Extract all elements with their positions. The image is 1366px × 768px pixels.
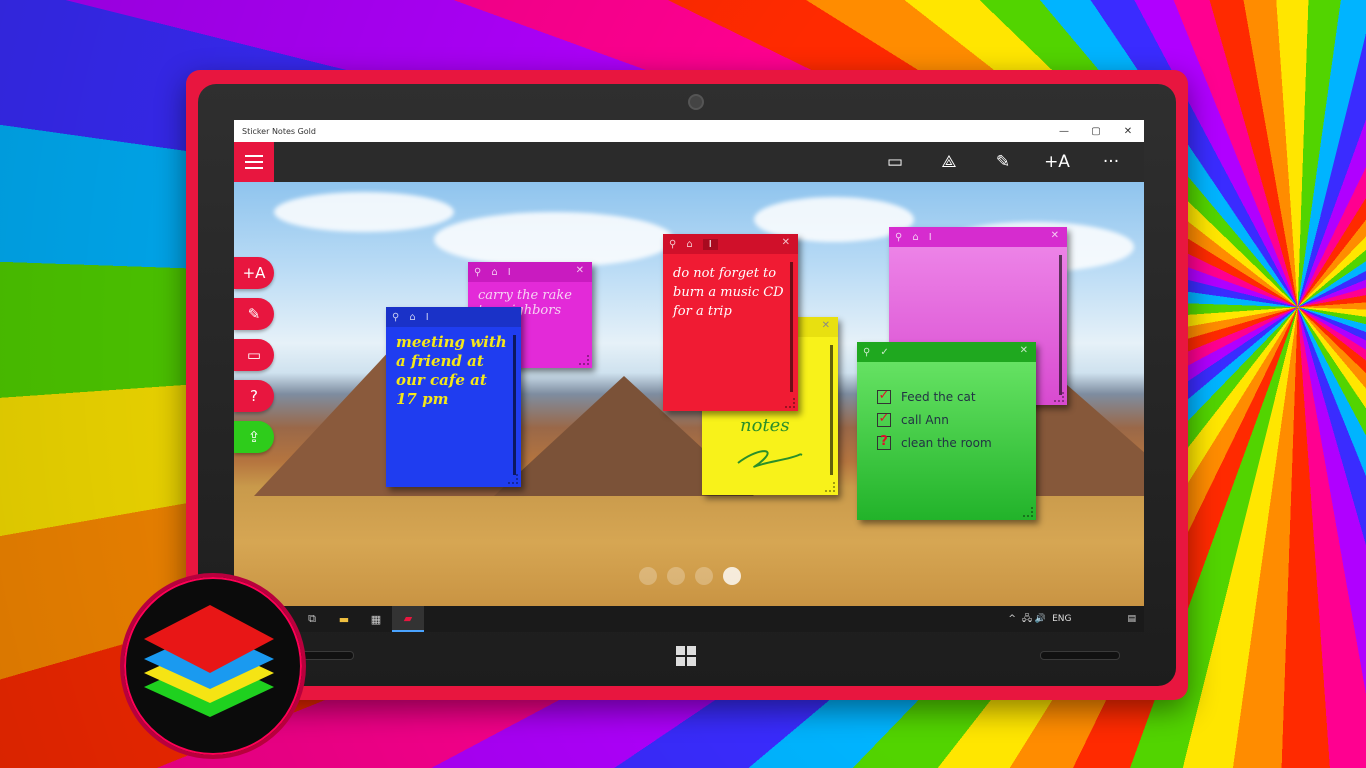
title-bar: Sticker Notes Gold — ▢ ✕ (234, 120, 1144, 142)
system-tray: ^ 🖧 🔊 ENG ▤ (1008, 611, 1144, 627)
cloud (434, 212, 674, 267)
note-scrollbar[interactable] (790, 262, 793, 392)
pin-icon[interactable]: ⚲ (392, 312, 399, 323)
note-text[interactable]: do not forget to burn a music CD for a t… (663, 254, 798, 327)
page-dot[interactable] (667, 567, 685, 585)
add-text-icon[interactable]: +A (234, 257, 274, 289)
new-note-icon[interactable]: ✎ (976, 142, 1030, 182)
pin-icon[interactable]: ⚲ (669, 239, 676, 250)
share-icon[interactable]: ⇪ (234, 421, 274, 453)
share-icon[interactable]: ⟁ (922, 142, 976, 182)
resize-handle[interactable] (825, 482, 835, 492)
sticker-notes-icon[interactable]: ▰ (392, 606, 424, 632)
language-indicator[interactable]: ENG (1052, 614, 1071, 624)
todo-item[interactable]: ? clean the room (877, 435, 1016, 450)
screen-edit-icon[interactable]: ▭ (234, 339, 274, 371)
pin-icon[interactable]: ⚲ (863, 347, 870, 358)
text-icon[interactable]: I (702, 238, 718, 250)
note-scrollbar[interactable] (513, 335, 516, 475)
help-icon[interactable]: ? (234, 380, 274, 412)
page-indicator (639, 567, 741, 585)
notification-icon[interactable]: ▤ (1127, 614, 1136, 624)
sticky-note-green[interactable]: ⚲ ✓ ✕ ✓ Feed the cat ✓ call Ann ? clean … (857, 342, 1036, 520)
close-icon[interactable]: ✕ (1051, 230, 1059, 241)
app-logo (120, 573, 306, 759)
note-toolbar: ⚲ ⌂ I ✕ (468, 262, 592, 282)
app-bar-actions: ▭ ⟁ ✎ +A ··· (868, 142, 1138, 182)
more-icon[interactable]: ··· (1084, 142, 1138, 182)
cloud (274, 192, 454, 232)
camera-icon (688, 94, 704, 110)
text-icon[interactable]: I (508, 267, 511, 278)
chevron-up-icon[interactable]: ^ (1008, 614, 1016, 624)
todo-label: clean the room (901, 436, 992, 450)
note-scrollbar[interactable] (1059, 255, 1062, 395)
close-icon[interactable]: ✕ (576, 265, 584, 276)
taskbar: ⧉ ▬ ▦ ▰ ^ 🖧 🔊 ENG ▤ (234, 606, 1144, 632)
note-text[interactable] (889, 247, 1067, 259)
pin-icon[interactable]: ⚲ (895, 232, 902, 243)
check-icon[interactable]: ✓ (880, 347, 888, 358)
close-icon[interactable]: ✕ (1020, 345, 1028, 356)
todo-item[interactable]: ✓ call Ann (877, 412, 1016, 427)
todo-list: ✓ Feed the cat ✓ call Ann ? clean the ro… (857, 362, 1036, 450)
sticky-note-red[interactable]: ⚲ ⌂ I ✕ do not forget to burn a music CD… (663, 234, 798, 411)
note-text[interactable]: meeting with a friend at our cafe at 17 … (386, 327, 521, 415)
note-toolbar: ⚲ ✓ ✕ (857, 342, 1036, 362)
pin-icon[interactable]: ⚲ (474, 267, 481, 278)
add-text-icon[interactable]: +A (1030, 142, 1084, 182)
resize-handle[interactable] (579, 355, 589, 365)
desktop-wallpaper: +A ✎ ▭ ? ⇪ ⚲ ⌂ I ✕ carry the rake to nei… (234, 182, 1144, 606)
note-scrollbar[interactable] (830, 345, 833, 475)
resize-handle[interactable] (508, 474, 518, 484)
lock-icon[interactable]: ⌂ (491, 267, 497, 278)
file-explorer-icon[interactable]: ▬ (328, 606, 360, 632)
window-title: Sticker Notes Gold (242, 126, 316, 136)
lock-icon[interactable]: ⌂ (912, 232, 918, 243)
text-icon[interactable]: I (426, 312, 429, 323)
resize-handle[interactable] (1023, 507, 1033, 517)
new-note-icon[interactable]: ✎ (234, 298, 274, 330)
page-dot[interactable] (639, 567, 657, 585)
network-volume-icon[interactable]: 🖧 🔊 (1022, 611, 1046, 627)
todo-label: Feed the cat (901, 390, 976, 404)
store-icon[interactable]: ▦ (360, 606, 392, 632)
page-dot[interactable] (695, 567, 713, 585)
app-bar: ▭ ⟁ ✎ +A ··· (234, 142, 1144, 182)
lock-icon[interactable]: ⌂ (686, 239, 692, 250)
windows-logo-icon[interactable] (676, 646, 696, 666)
stacked-notes-logo-icon (144, 605, 274, 717)
speaker-right (1040, 651, 1120, 660)
close-icon[interactable]: ✕ (782, 237, 790, 248)
close-icon[interactable]: ✕ (822, 320, 830, 331)
resize-handle[interactable] (785, 398, 795, 408)
note-toolbar: ⚲ ⌂ I ✕ (663, 234, 798, 254)
checkbox-icon[interactable]: ✓ (877, 389, 891, 404)
page-dot-active[interactable] (723, 567, 741, 585)
note-toolbar: ⚲ ⌂ I ✕ (889, 227, 1067, 247)
minimize-button[interactable]: — (1048, 126, 1080, 137)
note-toolbar: ⚲ ⌂ I (386, 307, 521, 327)
checkbox-icon[interactable]: ? (877, 435, 891, 450)
text-icon[interactable]: I (929, 232, 932, 243)
todo-label: call Ann (901, 413, 949, 427)
lock-icon[interactable]: ⌂ (409, 312, 415, 323)
resize-handle[interactable] (1054, 392, 1064, 402)
menu-icon[interactable] (234, 142, 274, 182)
side-toolbar: +A ✎ ▭ ? ⇪ (234, 257, 274, 462)
restore-button[interactable]: ▢ (1080, 126, 1112, 137)
scribble-icon (737, 450, 803, 468)
sticky-note-blue[interactable]: ⚲ ⌂ I meeting with a friend at our cafe … (386, 307, 521, 487)
close-button[interactable]: ✕ (1112, 126, 1144, 137)
checkbox-icon[interactable]: ✓ (877, 412, 891, 427)
screen-edit-icon[interactable]: ▭ (868, 142, 922, 182)
app-window: Sticker Notes Gold — ▢ ✕ ▭ ⟁ ✎ +A ··· +A… (234, 120, 1144, 632)
todo-item[interactable]: ✓ Feed the cat (877, 389, 1016, 404)
